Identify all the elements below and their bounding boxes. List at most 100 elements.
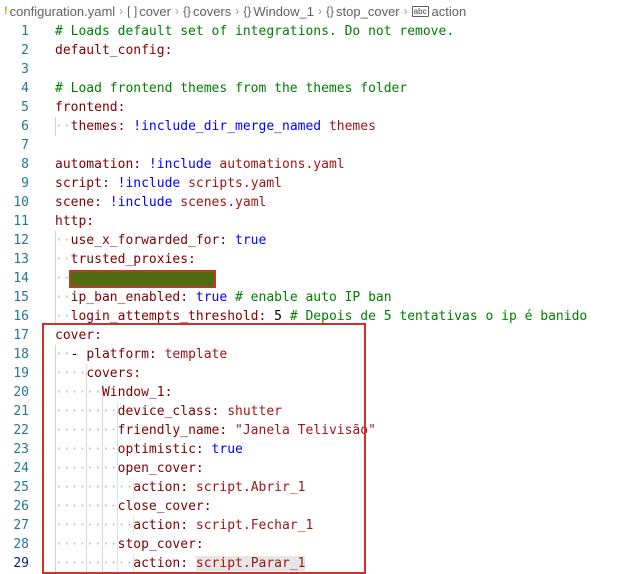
- comment: # Load frontend themes from the themes f…: [55, 81, 408, 96]
- yaml-tag: !include: [109, 195, 173, 210]
- code-line[interactable]: 10 scene: !include scenes.yaml: [0, 193, 619, 212]
- yaml-key: themes:: [70, 119, 126, 134]
- code-line[interactable]: 13 ··trusted_proxies:: [0, 250, 619, 269]
- code-line[interactable]: 14 ··: [0, 269, 619, 288]
- code-line[interactable]: 7: [0, 136, 619, 155]
- line-number: 7: [21, 138, 29, 153]
- code-line[interactable]: 26 ········close_cover:: [0, 497, 619, 516]
- line-number: 21: [13, 404, 29, 419]
- code-line[interactable]: 1 # Loads default set of integrations. Do…: [0, 22, 619, 41]
- breadcrumb-item-action[interactable]: abc action: [411, 3, 467, 19]
- code-line[interactable]: 5 frontend:: [0, 98, 619, 117]
- line-number: 26: [13, 499, 29, 514]
- breadcrumb-file[interactable]: ! configuration.yaml: [4, 4, 115, 19]
- yaml-key: action:: [133, 518, 189, 533]
- code-text: automation: !include automations.yaml: [55, 155, 345, 174]
- code-text: ··········action: script.Abrir_1: [55, 478, 305, 497]
- code-line[interactable]: 20 ······Window_1:: [0, 383, 619, 402]
- code-text: ··: [55, 269, 216, 288]
- code-text: ········device_class: shutter: [55, 402, 282, 421]
- code-line[interactable]: 6 ··themes: !include_dir_merge_named them…: [0, 117, 619, 136]
- line-number: 5: [21, 100, 29, 115]
- code-line[interactable]: 4 # Load frontend themes from the themes …: [0, 79, 619, 98]
- yaml-value: script.Abrir_1: [195, 480, 306, 495]
- code-text: default_config:: [55, 41, 172, 60]
- line-number: 6: [21, 119, 29, 134]
- yaml-value: scenes.yaml: [180, 195, 267, 210]
- whitespace: ··: [55, 271, 71, 286]
- code-line[interactable]: 25 ··········action: script.Abrir_1: [0, 478, 619, 497]
- code-text: ··login_attempts_threshold: 5 # Depois d…: [55, 307, 587, 326]
- code-line[interactable]: 23 ········optimistic: true: [0, 440, 619, 459]
- code-text: # Load frontend themes from the themes f…: [55, 79, 407, 98]
- line-number: 9: [21, 176, 29, 191]
- yaml-tag: !include: [117, 176, 181, 191]
- code-text: ··use_x_forwarded_for: true: [55, 231, 266, 250]
- code-line[interactable]: 29 ··········action: script.Parar_1: [0, 554, 619, 573]
- breadcrumb: ! configuration.yaml › [ ] cover › {} co…: [0, 0, 619, 22]
- whitespace: ··········: [55, 480, 134, 495]
- chevron-right-icon: ›: [119, 4, 124, 18]
- code-line[interactable]: 3: [0, 60, 619, 79]
- breadcrumb-file-label: configuration.yaml: [9, 3, 116, 19]
- line-number: 27: [13, 518, 29, 533]
- yaml-value: shutter: [227, 404, 282, 419]
- code-line[interactable]: 11 http:: [0, 212, 619, 231]
- line-number: 18: [13, 347, 29, 362]
- code-text: cover:: [55, 326, 102, 345]
- yaml-value: true: [195, 290, 228, 305]
- whitespace: ········: [55, 537, 118, 552]
- line-number: 1: [21, 24, 29, 39]
- line-number: 25: [13, 480, 29, 495]
- whitespace: ··: [55, 119, 71, 134]
- breadcrumb-label: action: [431, 3, 467, 19]
- chevron-right-icon: ›: [403, 4, 408, 18]
- code-line[interactable]: 28 ········stop_cover:: [0, 535, 619, 554]
- code-line[interactable]: 22 ········friendly_name: "Janela Telivis…: [0, 421, 619, 440]
- yaml-key: cover:: [55, 328, 102, 343]
- yaml-tag: !include: [148, 157, 212, 172]
- code-line[interactable]: 16 ··login_attempts_threshold: 5 # Depois…: [0, 307, 619, 326]
- yaml-key: automation:: [55, 157, 142, 172]
- yaml-value: automations.yaml: [219, 157, 345, 172]
- code-text: # Loads default set of integrations. Do …: [55, 22, 454, 41]
- breadcrumb-item-stop-cover[interactable]: {} stop_cover: [326, 4, 400, 19]
- comment: # Depois de 5 tentativas o ip é banido: [289, 309, 588, 324]
- code-text: ··ip_ban_enabled: true # enable auto IP …: [55, 288, 392, 307]
- whitespace: ····: [55, 366, 87, 381]
- code-text: ··········action: script.Fechar_1: [55, 516, 313, 535]
- yaml-file-icon: !: [4, 5, 8, 17]
- code-line[interactable]: 8 automation: !include automations.yaml: [0, 155, 619, 174]
- line-number: 12: [13, 233, 29, 248]
- whitespace: ··: [55, 252, 71, 267]
- code-line[interactable]: 21 ········device_class: shutter: [0, 402, 619, 421]
- line-number: 11: [13, 214, 29, 229]
- code-line[interactable]: 12 ··use_x_forwarded_for: true: [0, 231, 619, 250]
- breadcrumb-item-covers[interactable]: {} covers: [183, 4, 231, 19]
- line-number: 3: [21, 62, 29, 77]
- line-number: 10: [13, 195, 29, 210]
- code-line[interactable]: 18 ··- platform: template: [0, 345, 619, 364]
- code-line[interactable]: 19 ····covers:: [0, 364, 619, 383]
- code-line[interactable]: 15 ··ip_ban_enabled: true # enable auto I…: [0, 288, 619, 307]
- code-text: ········open_cover:: [55, 459, 204, 478]
- whitespace: ······: [55, 385, 102, 400]
- code-editor[interactable]: 1 # Loads default set of integrations. Do…: [0, 22, 619, 573]
- code-line[interactable]: 17 cover:: [0, 326, 619, 345]
- yaml-key: device_class:: [117, 404, 220, 419]
- breadcrumb-item-window[interactable]: {} Window_1: [243, 4, 314, 19]
- line-number: 16: [13, 309, 29, 324]
- yaml-value: script.Fechar_1: [195, 518, 314, 533]
- code-line[interactable]: 9 script: !include scripts.yaml: [0, 174, 619, 193]
- breadcrumb-item-cover[interactable]: [ ] cover: [127, 4, 171, 19]
- code-line[interactable]: 24 ········open_cover:: [0, 459, 619, 478]
- yaml-key: frontend:: [55, 100, 126, 115]
- yaml-value: template: [164, 347, 228, 362]
- code-text: scene: !include scenes.yaml: [55, 193, 266, 212]
- code-line[interactable]: 27 ··········action: script.Fechar_1: [0, 516, 619, 535]
- code-line[interactable]: 2 default_config:: [0, 41, 619, 60]
- yaml-tag: !include_dir_merge_named: [133, 119, 322, 134]
- whitespace: ········: [55, 423, 118, 438]
- whitespace: ··: [55, 347, 71, 362]
- yaml-key: action:: [133, 480, 189, 495]
